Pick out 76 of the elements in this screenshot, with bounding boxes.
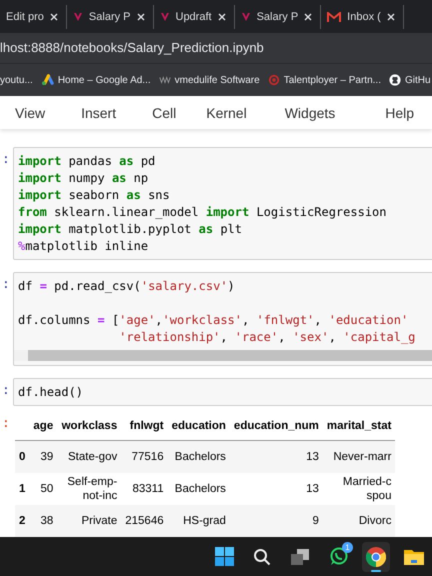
close-icon[interactable] <box>50 12 58 20</box>
browser-tab[interactable]: Salary P <box>66 4 154 28</box>
table-cell: 83311 <box>121 473 168 505</box>
table-cell: 13 <box>230 440 323 473</box>
chrome-logo-icon[interactable] <box>366 546 386 566</box>
table-cell: State-gov <box>57 440 122 473</box>
windows-logo-icon[interactable] <box>214 547 234 566</box>
table-cell: Married-c spou <box>322 473 396 505</box>
horizontal-scrollbar[interactable] <box>14 350 432 361</box>
menu-item[interactable]: View <box>15 104 46 120</box>
code-line: %matplotlib inline <box>18 238 150 255</box>
code-line: import pandas as pd <box>18 153 156 170</box>
chat-bubble-icon[interactable] <box>328 547 348 566</box>
menu-item[interactable]: Help <box>385 104 414 120</box>
table-cell: 13 <box>230 473 323 505</box>
table-cell: HS-grad <box>168 505 230 537</box>
browser-tab[interactable]: Inbox ( <box>321 4 404 28</box>
browser-tab[interactable]: Edit pro <box>0 4 67 28</box>
table-cell: Private <box>57 505 122 537</box>
code-line: df.head() <box>18 384 84 401</box>
code-line: import matplotlib.pyplot as plt <box>18 221 243 238</box>
notification-badge: 1 <box>342 542 353 552</box>
code-line: df.columns = ['age','workclass', 'fnlwgt', 'education' <box>18 312 410 329</box>
table-cell: Bachelors <box>168 440 230 473</box>
folder-icon[interactable] <box>404 548 424 565</box>
bookmark[interactable]: GitHu <box>388 74 431 86</box>
target-icon <box>268 74 280 86</box>
v-logo-icon <box>160 12 170 22</box>
close-icon[interactable] <box>386 12 395 20</box>
menu-item[interactable]: Kernel <box>206 104 247 120</box>
close-icon[interactable] <box>218 12 226 20</box>
table-cell: 215646 <box>121 505 168 537</box>
menu-item[interactable]: Widgets <box>284 104 336 120</box>
v-logo-icon <box>72 12 83 22</box>
search-icon[interactable] <box>253 548 271 566</box>
table-cell: Bachelors <box>168 473 230 505</box>
row-index: 2 <box>15 505 30 537</box>
code-line: 'relationship', 'race', 'sex', 'capital_g <box>118 329 416 346</box>
cell-prompt: : <box>1 276 11 292</box>
close-icon[interactable] <box>304 12 312 20</box>
table-cell: 9 <box>230 505 323 537</box>
table-cell: 38 <box>29 505 58 537</box>
browser-tab[interactable]: Salary P <box>234 4 322 28</box>
task-view-icon[interactable] <box>291 548 309 564</box>
table-cell: Self-emp-not-inc <box>57 473 122 505</box>
table-cell: Never-marr <box>322 440 396 473</box>
menu-item[interactable]: Insert <box>81 104 116 120</box>
row-index: 1 <box>15 473 30 505</box>
code-cell[interactable]: import pandas as pd import numpy as np import seaborn as sns from sklearn.linear_model import LogisticRegression import matplotlib.pyplot as plt %matplotlib inline <box>13 147 432 260</box>
table-cell: 39 <box>29 440 58 473</box>
github-logo-icon <box>388 74 401 86</box>
bookmark[interactable]: Talentployer – Partn... <box>268 74 381 86</box>
table-cell: Divorc <box>322 505 396 537</box>
wave-icon <box>158 76 171 84</box>
bookmark[interactable]: vmedulife Software <box>158 74 260 86</box>
browser-tab[interactable]: Updraft <box>154 4 235 28</box>
ads-logo-icon <box>40 74 54 86</box>
row-index: 0 <box>15 440 30 473</box>
code-cell[interactable]: df = pd.read_csv('salary.csv') df.columns = ['age','workclass', 'fnlwgt', 'education' 'relationship', 'race', 'sex', 'capital_g <box>13 272 432 366</box>
v-logo-icon <box>240 12 251 22</box>
output-prompt: : <box>1 415 11 431</box>
code-line: import numpy as np <box>18 170 150 187</box>
cell-prompt: : <box>1 382 11 398</box>
code-cell[interactable]: df.head() <box>13 378 432 406</box>
table-cell: 77516 <box>121 440 168 473</box>
table-cell: 50 <box>29 473 58 505</box>
code-line: df = pd.read_csv('salary.csv') <box>18 278 236 295</box>
code-line: import seaborn as sns <box>18 187 171 204</box>
close-icon[interactable] <box>136 12 144 20</box>
bookmark[interactable]: youtu... <box>0 74 33 86</box>
envelope-icon <box>327 12 342 22</box>
menu-item[interactable]: Cell <box>152 104 176 120</box>
cell-prompt: : <box>1 151 11 167</box>
taskbar-button[interactable] <box>362 542 390 572</box>
bookmark[interactable]: Home – Google Ad... <box>40 74 151 86</box>
code-line: from sklearn.linear_model import LogisticRegression <box>18 204 388 221</box>
